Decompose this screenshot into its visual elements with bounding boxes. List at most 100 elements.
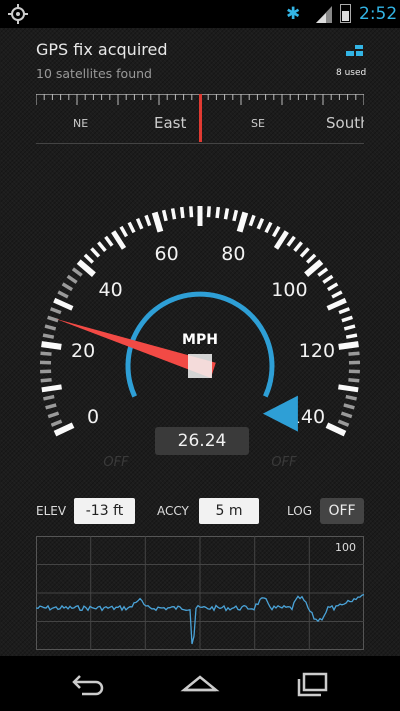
elev-label: ELEV bbox=[36, 504, 67, 518]
graph-plot bbox=[36, 536, 364, 650]
gauge-minor-tick bbox=[41, 384, 62, 393]
gauge-minor-tick bbox=[343, 324, 356, 331]
gauge-minor-tick bbox=[206, 206, 211, 218]
gauge-minor-tick bbox=[43, 394, 55, 401]
gauge-minor-tick bbox=[90, 247, 101, 258]
gauge-minor-tick bbox=[119, 225, 129, 238]
gauge-right-marker bbox=[262, 395, 298, 432]
gauge-minor-tick bbox=[345, 394, 357, 401]
gauge-major-tick bbox=[151, 211, 164, 233]
gauge-minor-tick bbox=[50, 419, 63, 427]
gauge-major-tick bbox=[41, 341, 62, 350]
compass-base-line bbox=[36, 143, 364, 144]
gauge-minor-tick bbox=[111, 230, 127, 250]
gauge-minor-tick bbox=[57, 290, 69, 299]
gauge-minor-tick bbox=[83, 253, 95, 264]
accuracy-value[interactable]: 5 m bbox=[199, 498, 259, 524]
gauge-scale-label: 100 bbox=[271, 279, 307, 301]
gauge-minor-tick bbox=[264, 221, 273, 234]
gauge-minor-tick bbox=[49, 307, 62, 315]
gauge-minor-tick bbox=[44, 324, 57, 331]
gauge-minor-tick bbox=[337, 419, 350, 427]
gauge-minor-tick bbox=[66, 274, 78, 284]
gauge-minor-tick bbox=[179, 206, 185, 219]
gauge-minor-tick bbox=[286, 235, 296, 247]
gauge-minor-tick bbox=[341, 315, 353, 323]
compass-label-east: East bbox=[154, 114, 187, 132]
gauge-scale-label: 60 bbox=[155, 243, 179, 265]
gauge-minor-tick bbox=[338, 307, 351, 315]
gps-icon bbox=[8, 4, 28, 24]
gauge-minor-tick bbox=[97, 241, 107, 253]
gauge-minor-tick bbox=[232, 209, 239, 222]
gauge-minor-tick bbox=[40, 377, 52, 383]
satellites-found: 10 satellites found bbox=[36, 66, 152, 81]
speedometer-app: GPS fix acquired 10 satellites found 8 u… bbox=[0, 28, 400, 656]
signal-icon bbox=[316, 6, 332, 23]
status-bar: ✱ 2:52 bbox=[0, 0, 400, 28]
satellite-bars-icon[interactable] bbox=[346, 45, 364, 57]
clock: 2:52 bbox=[359, 4, 398, 24]
gauge-minor-tick bbox=[340, 411, 353, 419]
gauge-minor-tick bbox=[144, 214, 152, 227]
back-icon[interactable] bbox=[68, 668, 108, 698]
gauge-major-tick bbox=[53, 422, 75, 437]
recent-apps-icon[interactable] bbox=[292, 668, 332, 698]
gauge-minor-tick bbox=[61, 282, 74, 292]
speed-readout: 26.24 bbox=[155, 427, 249, 455]
log-toggle[interactable]: OFF bbox=[320, 498, 364, 524]
gauge-minor-tick bbox=[348, 377, 360, 383]
control-row: ELEV -13 ft ACCY 5 m LOG OFF bbox=[0, 498, 400, 528]
gauge-minor-tick bbox=[343, 403, 355, 410]
gauge-minor-tick bbox=[317, 267, 329, 277]
gauge-minor-tick bbox=[161, 209, 168, 222]
heading-needle bbox=[199, 94, 202, 142]
gauge-minor-tick bbox=[135, 218, 144, 230]
left-off-indicator: OFF bbox=[103, 455, 129, 470]
gauge-minor-tick bbox=[331, 290, 343, 299]
log-label: LOG bbox=[287, 504, 313, 518]
gauge-minor-tick bbox=[223, 208, 230, 220]
gauge-major-tick bbox=[338, 341, 359, 350]
gauge-scale-label: 0 bbox=[87, 406, 99, 428]
gauge-minor-tick bbox=[45, 403, 57, 410]
gauge-minor-tick bbox=[189, 206, 194, 218]
graph-max-label: 100 bbox=[335, 541, 356, 554]
compass-label-ne: NE bbox=[73, 117, 89, 130]
battery-icon bbox=[340, 4, 351, 23]
elevation-value[interactable]: -13 ft bbox=[74, 498, 135, 524]
compass-label-se: SE bbox=[251, 117, 265, 130]
home-icon[interactable] bbox=[180, 668, 220, 698]
gauge-minor-tick bbox=[348, 351, 360, 356]
compass-strip: NE East SE South bbox=[36, 94, 364, 144]
gauge-minor-tick bbox=[273, 230, 289, 250]
gauge-minor-tick bbox=[299, 247, 310, 258]
gauge-minor-tick bbox=[42, 333, 55, 339]
gauge-minor-tick bbox=[127, 221, 136, 234]
gauge-minor-tick bbox=[293, 241, 303, 253]
gauge-minor-tick bbox=[248, 214, 256, 227]
gauge-minor-tick bbox=[326, 297, 347, 311]
gauge-minor-tick bbox=[322, 274, 334, 284]
gauge-scale-label: 40 bbox=[99, 279, 123, 301]
gauge-major-tick bbox=[325, 422, 347, 437]
gauge-minor-tick bbox=[271, 225, 281, 238]
gauge-minor-tick bbox=[215, 206, 221, 219]
gauge-unit-label: MPH bbox=[182, 332, 218, 348]
gauge-minor-tick bbox=[345, 333, 358, 339]
gauge-major-tick bbox=[236, 211, 249, 233]
gauge-minor-tick bbox=[47, 411, 60, 419]
gauge-scale-label: 120 bbox=[299, 340, 335, 362]
needle-hub bbox=[188, 354, 212, 378]
gauge-minor-tick bbox=[256, 218, 265, 230]
bluetooth-icon: ✱ bbox=[286, 4, 301, 24]
gauge-minor-tick bbox=[170, 208, 177, 220]
gauge-minor-tick bbox=[326, 282, 339, 292]
gauge-scale-label: 20 bbox=[71, 340, 95, 362]
gauge-minor-tick bbox=[104, 235, 114, 247]
speed-history-graph: 100 bbox=[36, 536, 364, 650]
compass-label-south: South bbox=[326, 114, 364, 132]
gauge-minor-tick bbox=[47, 315, 59, 323]
accy-label: ACCY bbox=[157, 504, 189, 518]
gauge-minor-tick bbox=[40, 351, 52, 356]
